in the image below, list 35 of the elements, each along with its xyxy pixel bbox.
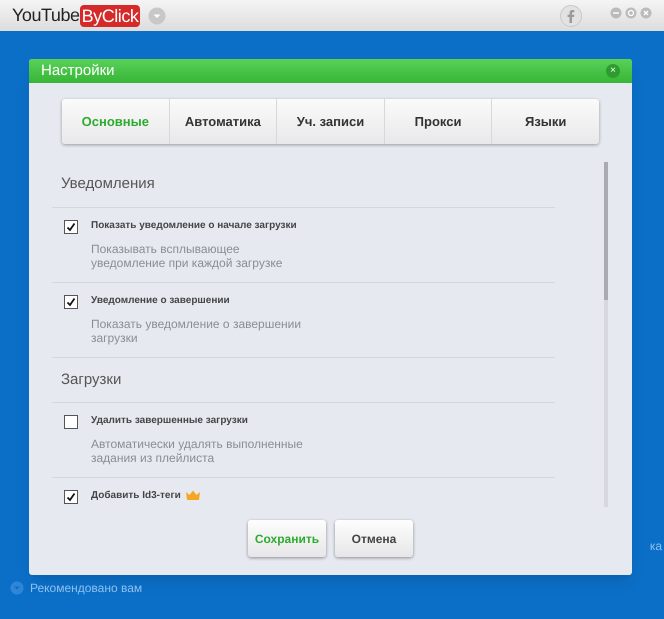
dialog-close-button[interactable]: × [606, 64, 620, 78]
crown-icon [184, 490, 201, 501]
maximize-icon[interactable] [625, 6, 637, 18]
checkbox[interactable] [64, 220, 78, 234]
expand-icon[interactable] [10, 581, 24, 595]
minimize-icon[interactable] [610, 6, 622, 18]
scrollbar-thumb[interactable] [604, 162, 608, 300]
option-description: Показывать всплывающее уведомление при каждой загрузке [91, 242, 284, 270]
checkmark-icon [66, 222, 76, 232]
tab[interactable]: Языки [492, 99, 599, 144]
dialog-title: Настройки [41, 60, 116, 81]
logo-text: YouTube [12, 4, 80, 27]
cancel-button[interactable]: Отмена [335, 520, 413, 557]
logo-badge: ByClick [80, 4, 140, 26]
section-heading: Загрузки [52, 358, 555, 403]
option-label: Добавить Id3-теги [91, 489, 181, 503]
background-text: ка [650, 538, 662, 555]
tab[interactable]: Прокси [384, 99, 492, 144]
option-label: Показать уведомление о начале загрузки [91, 218, 297, 232]
option-description: Автоматически удалять выполненные задания из плейлиста [91, 437, 304, 465]
option-description: Показать уведомление о завершении загрузки [91, 316, 302, 344]
checkbox[interactable] [64, 490, 78, 504]
checkbox[interactable] [64, 294, 78, 308]
checkmark-icon [66, 492, 76, 502]
option-label: Удалить завершенные загрузки [91, 414, 248, 428]
tab[interactable]: Уч. записи [277, 99, 385, 144]
section-heading: Уведомления [52, 162, 555, 208]
dropdown-icon[interactable] [148, 6, 166, 24]
facebook-icon[interactable] [560, 4, 582, 26]
option-label: Уведомление о завершении [91, 294, 230, 308]
recommended-label: Рекомендовано вам [30, 580, 142, 597]
checkbox[interactable] [64, 415, 78, 429]
tab[interactable]: Автоматика [170, 99, 278, 144]
close-icon[interactable] [640, 6, 652, 18]
checkmark-icon [66, 296, 76, 306]
